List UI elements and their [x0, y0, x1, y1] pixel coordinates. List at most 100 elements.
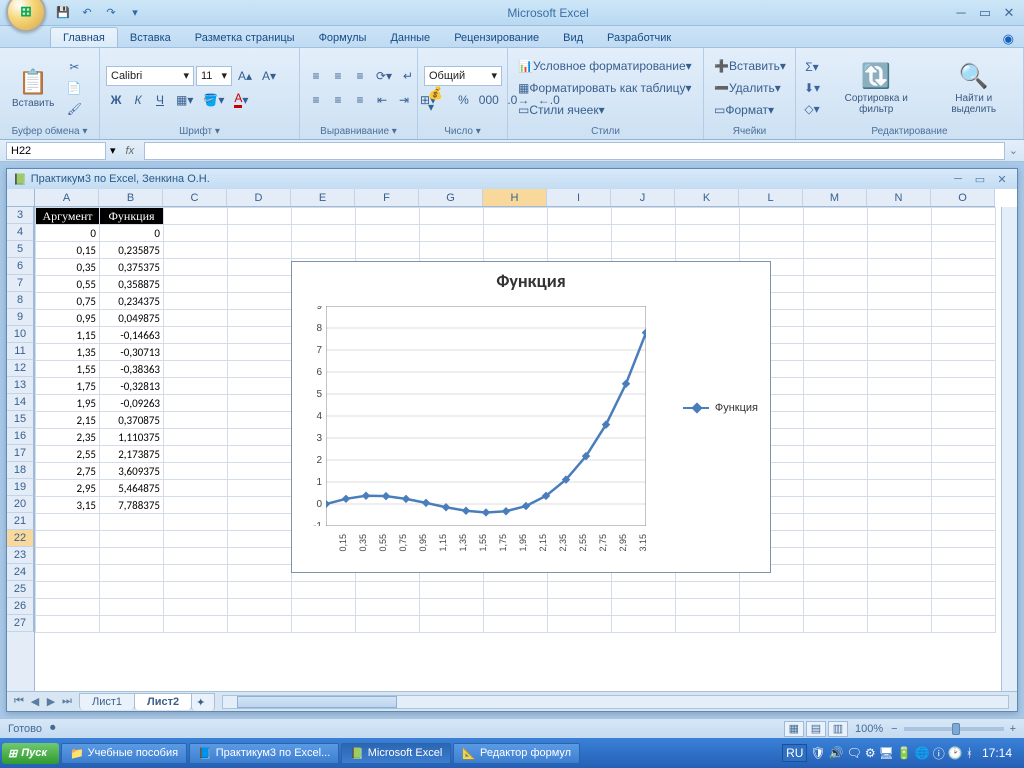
tray-icon[interactable]: 🔊 [829, 746, 844, 760]
undo-icon[interactable]: ↶ [76, 2, 98, 24]
qat-more-icon[interactable]: ▾ [124, 2, 146, 24]
tab-developer[interactable]: Разработчик [595, 28, 683, 47]
cond-format-button[interactable]: 📊 Условное форматирование ▾ [514, 56, 696, 76]
tab-view[interactable]: Вид [551, 28, 595, 47]
row-headers[interactable]: 3456789101112131415161718192021222324252… [7, 207, 35, 691]
zoom-slider[interactable] [904, 727, 1004, 731]
align-middle-icon[interactable]: ≡ [328, 66, 348, 86]
select-all-corner[interactable] [7, 189, 35, 207]
shrink-font-icon[interactable]: A▾ [258, 66, 280, 86]
system-tray[interactable]: RU 🛡🔊🗨⚙🖥🔋🌐ⓘ🕑ᚼ 17:14 [778, 744, 1022, 762]
formula-input[interactable] [144, 142, 1005, 160]
horizontal-scrollbar[interactable] [222, 695, 1009, 709]
maximize-button[interactable]: ▭ [974, 4, 996, 22]
tray-icon[interactable]: 🗨 [847, 746, 862, 760]
tab-data[interactable]: Данные [378, 28, 442, 47]
taskbar-item[interactable]: 📐Редактор формул [453, 743, 580, 764]
sheet-nav-last-icon[interactable]: ⏭ [59, 695, 75, 708]
sort-filter-button[interactable]: 🔃Сортировка и фильтр [826, 55, 926, 121]
macro-record-icon[interactable]: ⏺ [50, 722, 56, 735]
namebox-dropdown-icon[interactable]: ▾ [110, 144, 116, 157]
tab-home[interactable]: Главная [50, 27, 118, 47]
help-icon[interactable]: ◉ [1003, 31, 1014, 47]
tray-icon[interactable]: ᚼ [966, 746, 973, 760]
tab-insert[interactable]: Вставка [118, 28, 183, 47]
align-right-icon[interactable]: ≡ [350, 90, 370, 110]
align-left-icon[interactable]: ≡ [306, 90, 326, 110]
wb-close-button[interactable]: ✕ [993, 173, 1011, 186]
autosum-icon[interactable]: Σ▾ [802, 57, 822, 77]
find-select-button[interactable]: 🔍Найти и выделить [930, 55, 1017, 121]
cells-area[interactable]: АргументФункция000,150,2358750,350,37537… [35, 207, 1001, 691]
fillcolor-icon[interactable]: 🪣▾ [199, 90, 228, 110]
tab-pagelayout[interactable]: Разметка страницы [183, 28, 307, 47]
new-sheet-button[interactable]: ✦ [191, 693, 215, 711]
comma-icon[interactable]: 000 [475, 90, 502, 110]
embedded-chart[interactable]: Функция Функция 00,150,350,550,750,951,1… [291, 261, 771, 573]
sheet-tab-1[interactable]: Лист1 [79, 693, 135, 710]
wb-minimize-button[interactable]: ─ [949, 173, 967, 185]
minimize-button[interactable]: ─ [950, 4, 972, 22]
align-center-icon[interactable]: ≡ [328, 90, 348, 110]
view-pagelayout-icon[interactable]: ▤ [806, 721, 826, 737]
start-button[interactable]: ⊞Пуск [2, 743, 59, 764]
underline-button[interactable]: Ч [150, 90, 170, 110]
align-top-icon[interactable]: ≡ [306, 66, 326, 86]
fill-icon[interactable]: ⬇▾ [802, 78, 822, 98]
tray-icon[interactable]: 🖥 [879, 746, 894, 760]
taskbar-item[interactable]: 📗Microsoft Excel [341, 743, 451, 764]
formula-expand-icon[interactable]: ⌄ [1009, 144, 1018, 157]
percent-icon[interactable]: % [453, 90, 473, 110]
paste-button[interactable]: 📋Вставить [6, 55, 60, 121]
close-button[interactable]: ✕ [998, 4, 1020, 22]
font-size-combo[interactable]: 11▾ [196, 66, 232, 86]
clear-icon[interactable]: ◇▾ [802, 99, 822, 119]
zoom-label[interactable]: 100% [855, 723, 883, 735]
tray-icon[interactable]: 🕑 [948, 746, 963, 760]
format-table-button[interactable]: ▦ Форматировать как таблицу ▾ [514, 78, 696, 98]
italic-button[interactable]: К [128, 90, 148, 110]
vertical-scrollbar[interactable] [1001, 207, 1017, 691]
copy-icon[interactable]: 📄 [64, 78, 84, 98]
cut-icon[interactable]: ✂ [64, 57, 84, 77]
tray-icon[interactable]: ⚙ [865, 746, 876, 760]
orientation-icon[interactable]: ⟳▾ [372, 66, 396, 86]
wrap-icon[interactable]: ↵ [398, 66, 418, 86]
zoom-in-icon[interactable]: + [1010, 723, 1016, 735]
delete-cells-button[interactable]: ➖ Удалить ▾ [710, 78, 785, 98]
save-icon[interactable]: 💾 [52, 2, 74, 24]
column-headers[interactable]: ABCDEFGHIJKLMNO [35, 189, 995, 207]
sheet-tab-2[interactable]: Лист2 [134, 693, 192, 710]
sheet-nav-prev-icon[interactable]: ◀ [27, 695, 43, 708]
sheet-nav-next-icon[interactable]: ▶ [43, 695, 59, 708]
format-cells-button[interactable]: ▭ Формат ▾ [710, 100, 778, 120]
tab-review[interactable]: Рецензирование [442, 28, 551, 47]
fx-icon[interactable]: fx [120, 145, 141, 157]
formatpainter-icon[interactable]: 🖌 [64, 99, 84, 119]
wb-maximize-button[interactable]: ▭ [971, 173, 989, 186]
tray-icon[interactable]: 🔋 [897, 746, 912, 760]
name-box[interactable]: H22 [6, 142, 106, 160]
align-bottom-icon[interactable]: ≡ [350, 66, 370, 86]
tab-formulas[interactable]: Формулы [307, 28, 379, 47]
grow-font-icon[interactable]: A▴ [234, 66, 256, 86]
cell-styles-button[interactable]: ▭ Стили ячеек ▾ [514, 100, 609, 120]
number-format-combo[interactable]: Общий▾ [424, 66, 502, 86]
tray-icon[interactable]: 🛡 [810, 746, 825, 760]
tray-icon[interactable]: 🌐 [915, 746, 930, 760]
indent-inc-icon[interactable]: ⇥ [394, 90, 414, 110]
indent-dec-icon[interactable]: ⇤ [372, 90, 392, 110]
view-pagebreak-icon[interactable]: ▥ [828, 721, 848, 737]
view-normal-icon[interactable]: ▦ [784, 721, 804, 737]
currency-icon[interactable]: 💰▾ [424, 90, 451, 110]
redo-icon[interactable]: ↷ [100, 2, 122, 24]
taskbar-item[interactable]: 📘Практикум3 по Excel... [189, 743, 339, 764]
sheet-nav-first-icon[interactable]: ⏮ [11, 695, 27, 708]
insert-cells-button[interactable]: ➕ Вставить ▾ [710, 56, 790, 76]
language-indicator[interactable]: RU [782, 744, 807, 762]
border-icon[interactable]: ▦▾ [172, 90, 197, 110]
tray-icon[interactable]: ⓘ [933, 745, 945, 762]
taskbar-item[interactable]: 📁Учебные пособия [61, 743, 187, 764]
font-name-combo[interactable]: Calibri▾ [106, 66, 194, 86]
bold-button[interactable]: Ж [106, 90, 126, 110]
